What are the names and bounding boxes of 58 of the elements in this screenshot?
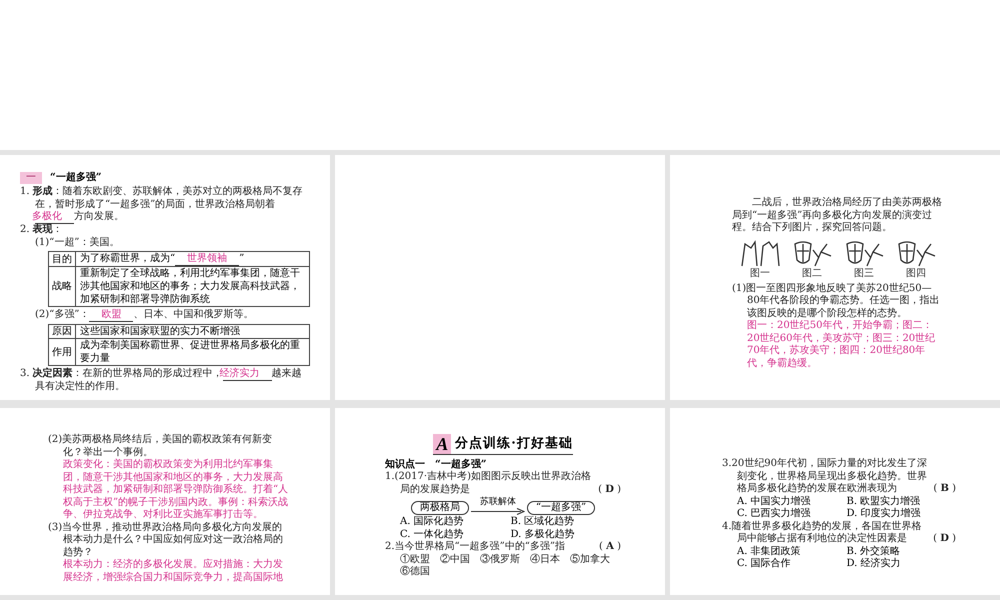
option-text: D. 印度实力增强 bbox=[846, 508, 922, 520]
paragraph: 3.20世纪90年代初，国际力量的对比发生了深刻变化，世界格局呈现出多极化趋势。世界格局多极化趋势的发展在欧洲表现为 bbox=[722, 458, 928, 496]
diagram-node: 两极格局 bbox=[410, 501, 469, 515]
figure-caption: 图三 bbox=[854, 268, 874, 280]
paragraph: (3)当今世界，推动世界政治格局向多极化方向发展的根本动力是什么？中国应如何应对这一政治格局的趋势？ bbox=[48, 522, 284, 558]
paragraph: (1)“一超”：美国。 bbox=[34, 236, 120, 249]
paragraph: 1.(2017·吉林中考)如图图示反映出世界政治格局的发展趋势是 bbox=[385, 471, 592, 496]
option-text: C. 巴西实力增强 bbox=[737, 508, 812, 520]
table-cell: 目的 bbox=[48, 252, 76, 266]
arrow-icon bbox=[470, 508, 525, 515]
paragraph: 1. 形成：随着东欧剧变、苏联解体，美苏对立的两极格局不复存在，暂时形成了“一超多强”的局面，世界政治格局朝着 多极化 方向发展。 bbox=[20, 186, 304, 224]
option-text: C. 一体化趋势 bbox=[400, 528, 465, 540]
table-cell: 战略 bbox=[48, 266, 76, 306]
option-text: D. 经济实力 bbox=[846, 558, 902, 570]
table-cell: 为了称霸世界，成为“ 世界领袖 ” bbox=[76, 252, 310, 266]
paragraph: 3. 决定因素：在新的世界格局的形成过程中，经济实力 越来越具有决定性的作用。 bbox=[20, 368, 303, 394]
banner-title: 分点训练·打好基础 bbox=[455, 435, 573, 454]
option-text: A. 非集团政策 bbox=[737, 546, 802, 558]
fill-in-answer: 欧盟 bbox=[89, 309, 134, 322]
paragraph: 二战后，世界政治格局经历了由美苏两极格局到“一超多强”再向多极化方向发展的演变过程。结合下列图片，探究回答问题。 bbox=[732, 197, 943, 234]
answer-choice: ( D ) bbox=[598, 484, 621, 496]
table-cell: 作用 bbox=[48, 338, 76, 366]
banner-letter: A bbox=[433, 434, 452, 454]
table-cell: 这些国家和国家联盟的实力不断增强 bbox=[76, 324, 310, 338]
diagram-node: “一超多强” bbox=[526, 501, 596, 515]
paragraph: 2. 表现： bbox=[20, 224, 64, 236]
fill-in-answer: 多极化 bbox=[35, 211, 74, 224]
option-text: A. 中国实力增强 bbox=[737, 496, 812, 508]
fill-in-answer: 世界领袖 bbox=[175, 253, 240, 266]
option-text: C. 国际合作 bbox=[737, 558, 792, 570]
paragraph: (2)“多强”： 欧盟 、日本、中国和俄罗斯等。 bbox=[34, 309, 254, 322]
figure-caption: 图四 bbox=[906, 268, 926, 280]
option-text: D. 多极化趋势 bbox=[510, 528, 576, 540]
figure-caption: 图一 bbox=[750, 268, 770, 280]
paragraph: 4.随着世界多极化趋势的发展，各国在世界格局中能够占据有利地位的决定性因素是 bbox=[722, 520, 923, 546]
option-text: A. 国际化趋势 bbox=[400, 516, 465, 528]
answer-choice: ( A ) bbox=[599, 541, 621, 554]
paragraph: (1)图一至图四形象地反映了美苏20世纪50—80年代各阶段的争霸态势。任选一图，指出该图反映的是哪个阶段怎样的态势。 bbox=[732, 282, 941, 320]
paragraph: 2.当今世界格局“一超多强”中的“多强”指 bbox=[385, 541, 566, 554]
figure-caption: 图二 bbox=[802, 268, 822, 280]
cartoon-drawing bbox=[739, 238, 781, 268]
answer-text: 政策变化：美国的霸权政策变为利用北约军事集团，随意干涉其他国家和地区的事务，大力发展高科技武器，加紧研制和部署导弹防御系统。打着“人权高于主权”的幌子干涉别国内政。事例：科索沃战争、伊拉克战争、对利比亚实施军事打击等。 bbox=[62, 459, 290, 522]
table-cell: 重新制定了全球战略，利用北约军事集团，随意干涉其他国家和地区的事务；大力发展高科技武器，加紧研制和部署导弹防御系统 bbox=[76, 266, 310, 306]
paragraph: (2)美苏两极格局终结后，美国的霸权政策有何新变化？举出一个事例。 bbox=[48, 434, 274, 458]
table-cell: 原因 bbox=[48, 324, 76, 338]
option-text: B. 区域化趋势 bbox=[510, 516, 576, 528]
answer-text: 图一：20世纪50年代，开始争霸；图二：20世纪60年代，美攻苏守；图三：20世纪70年代，苏攻美守；图四：20世纪80年代，争霸趋缓。 bbox=[746, 320, 936, 370]
paragraph: ①欧盟 ②中国 ③俄罗斯 ④日本 ⑤加拿大 ⑥德国 bbox=[399, 554, 611, 578]
answer-choice: ( D ) bbox=[933, 533, 956, 546]
section-heading: “一超多强” bbox=[50, 171, 102, 184]
table-cell: 成为牵制美国称霸世界、促进世界格局多极化的重要力量 bbox=[76, 338, 310, 366]
answer-choice: ( B ) bbox=[933, 483, 956, 496]
option-text: B. 欧盟实力增强 bbox=[846, 496, 922, 508]
answer-text: 根本动力：经济的多极化发展。应对措施：大力发展经济，增强综合国力和国际竞争力，提高国际地 bbox=[62, 559, 284, 584]
option-text: B. 外交策略 bbox=[846, 546, 902, 558]
arrow-label: 苏联解体 bbox=[480, 497, 516, 508]
subheading: 知识点一 “一超多强” bbox=[385, 458, 488, 470]
section-badge: 一 bbox=[20, 172, 42, 184]
